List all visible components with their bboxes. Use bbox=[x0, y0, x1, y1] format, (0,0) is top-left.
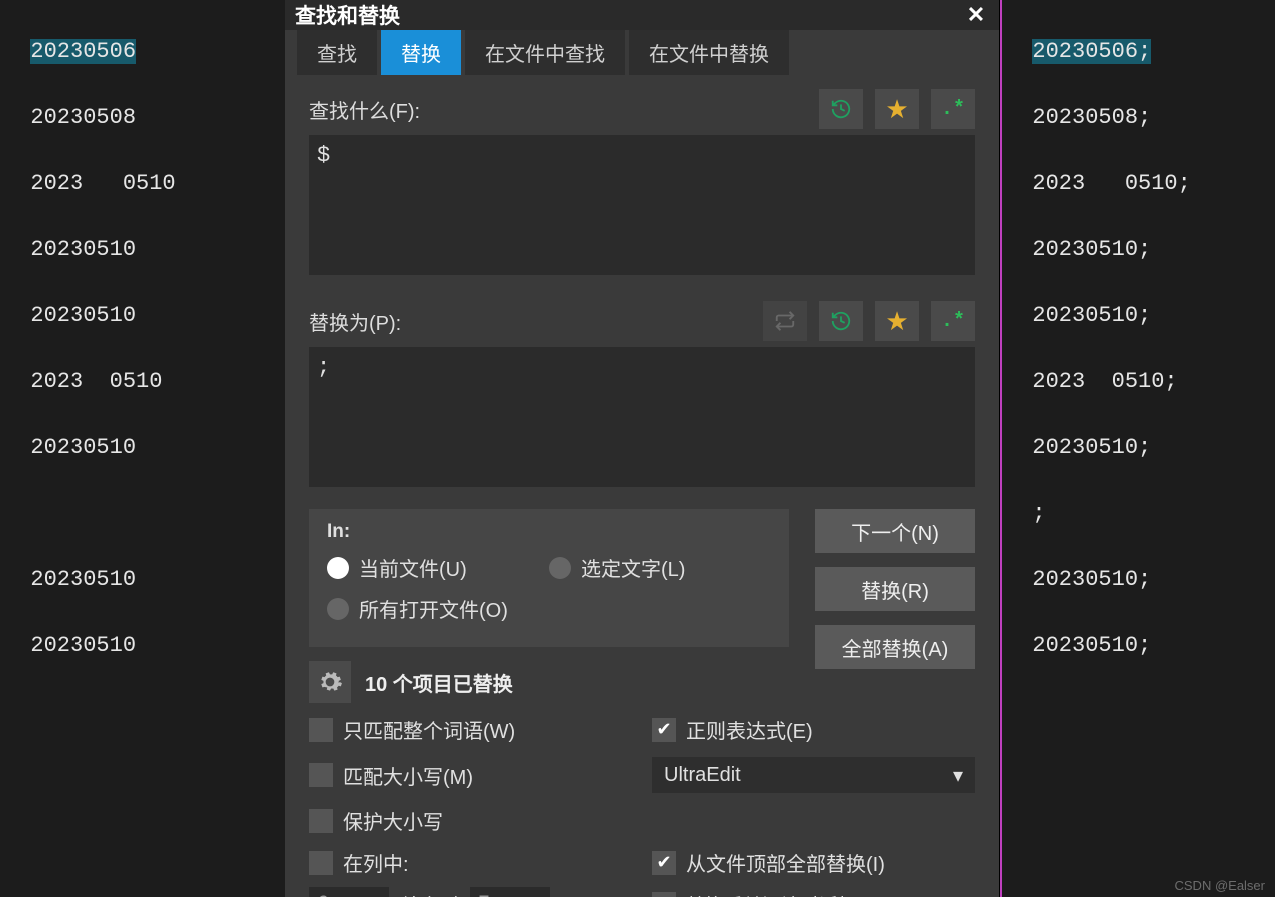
chk-whole-word[interactable]: 只匹配整个词语(W) bbox=[309, 715, 632, 744]
find-label: 查找什么(F): bbox=[309, 95, 807, 124]
replace-button[interactable]: 替换(R) bbox=[815, 567, 975, 611]
chk-in-column[interactable]: 在列中: bbox=[309, 848, 632, 877]
tab-bar: 查找 替换 在文件中查找 在文件中替换 bbox=[285, 30, 999, 75]
regex-engine-select[interactable]: UltraEdit ▾ bbox=[652, 757, 975, 793]
col-start-input[interactable] bbox=[309, 887, 389, 897]
radio-current-file[interactable]: 当前文件(U) bbox=[327, 553, 549, 582]
status-text: 10 个项目已替换 bbox=[365, 668, 513, 697]
radio-all-open-files[interactable]: 所有打开文件(O) bbox=[327, 594, 549, 623]
editor-line[interactable]: 2023 0510; bbox=[1032, 369, 1177, 394]
watermark: CSDN @Ealser bbox=[1175, 878, 1266, 893]
tab-replace-in-files[interactable]: 在文件中替换 bbox=[629, 30, 789, 75]
editor-line[interactable]: 20230510; bbox=[1032, 237, 1151, 262]
radio-dot bbox=[327, 557, 349, 579]
history-icon[interactable] bbox=[819, 301, 863, 341]
chk-regex[interactable]: 正则表达式(E) bbox=[652, 715, 975, 744]
editor-line[interactable]: 20230510 bbox=[30, 567, 136, 592]
right-editor-pane[interactable]: 20230506; 20230508; 2023 0510; 20230510;… bbox=[1000, 0, 1275, 897]
swap-icon[interactable] bbox=[763, 301, 807, 341]
dialog-title: 查找和替换 bbox=[295, 0, 400, 30]
editor-line[interactable]: 20230510; bbox=[1032, 435, 1151, 460]
radio-dot bbox=[549, 557, 571, 579]
editor-line[interactable]: 20230506 bbox=[30, 39, 136, 64]
editor-line[interactable]: ; bbox=[1032, 501, 1045, 526]
replace-all-button[interactable]: 全部替换(A) bbox=[815, 625, 975, 669]
editor-line[interactable]: 2023 0510 bbox=[30, 369, 162, 394]
editor-line[interactable]: 20230508; bbox=[1032, 105, 1151, 130]
find-replace-dialog: 查找和替换 ✕ 查找 替换 在文件中查找 在文件中替换 查找什么(F): ★ .… bbox=[285, 0, 1000, 897]
chk-replace-from-top[interactable]: 从文件顶部全部替换(I) bbox=[652, 848, 975, 877]
find-input[interactable] bbox=[309, 135, 975, 275]
editor-line[interactable]: 20230510; bbox=[1032, 567, 1151, 592]
regex-icon[interactable]: .* bbox=[931, 89, 975, 129]
star-icon[interactable]: ★ bbox=[875, 301, 919, 341]
editor-line[interactable]: 20230510 bbox=[30, 237, 136, 262]
editor-line[interactable]: 20230510 bbox=[30, 303, 136, 328]
editor-line[interactable]: 2023 0510 bbox=[30, 171, 175, 196]
replace-input[interactable] bbox=[309, 347, 975, 487]
tab-find-in-files[interactable]: 在文件中查找 bbox=[465, 30, 625, 75]
replace-label: 替换为(P): bbox=[309, 307, 751, 336]
chk-match-case[interactable]: 匹配大小写(M) bbox=[309, 757, 632, 793]
editor-line[interactable]: 20230510 bbox=[30, 633, 136, 658]
editor-line[interactable]: 20230510 bbox=[30, 435, 136, 460]
scope-block: In: 当前文件(U) 选定文字(L) 所有打开文件(O) bbox=[309, 509, 789, 647]
editor-line[interactable]: 20230510; bbox=[1032, 303, 1151, 328]
dialog-titlebar[interactable]: 查找和替换 ✕ bbox=[285, 0, 999, 30]
gear-icon[interactable] bbox=[309, 661, 351, 703]
regex-icon[interactable]: .* bbox=[931, 301, 975, 341]
chk-preserve-case[interactable]: 保护大小写 bbox=[309, 806, 632, 835]
history-icon[interactable] bbox=[819, 89, 863, 129]
editor-line[interactable]: 20230508 bbox=[30, 105, 136, 130]
chk-close-after[interactable]: 替换后关闭该对话框(G) bbox=[652, 887, 975, 897]
close-icon[interactable]: ✕ bbox=[963, 2, 989, 28]
editor-line[interactable]: 2023 0510; bbox=[1032, 171, 1190, 196]
scope-title: In: bbox=[327, 521, 771, 543]
radio-selected-text[interactable]: 选定文字(L) bbox=[549, 553, 771, 582]
editor-line[interactable]: 20230510; bbox=[1032, 633, 1151, 658]
radio-dot bbox=[327, 598, 349, 620]
chevron-down-icon: ▾ bbox=[953, 763, 963, 788]
star-icon[interactable]: ★ bbox=[875, 89, 919, 129]
col-end-label: 结束列 bbox=[401, 891, 458, 897]
editor-line[interactable]: 20230506; bbox=[1032, 39, 1151, 64]
tab-find[interactable]: 查找 bbox=[297, 30, 377, 75]
next-button[interactable]: 下一个(N) bbox=[815, 509, 975, 553]
left-editor-pane[interactable]: 20230506 20230508 2023 0510 20230510 202… bbox=[0, 0, 285, 897]
col-end-input[interactable] bbox=[470, 887, 550, 897]
tab-replace[interactable]: 替换 bbox=[381, 30, 461, 75]
